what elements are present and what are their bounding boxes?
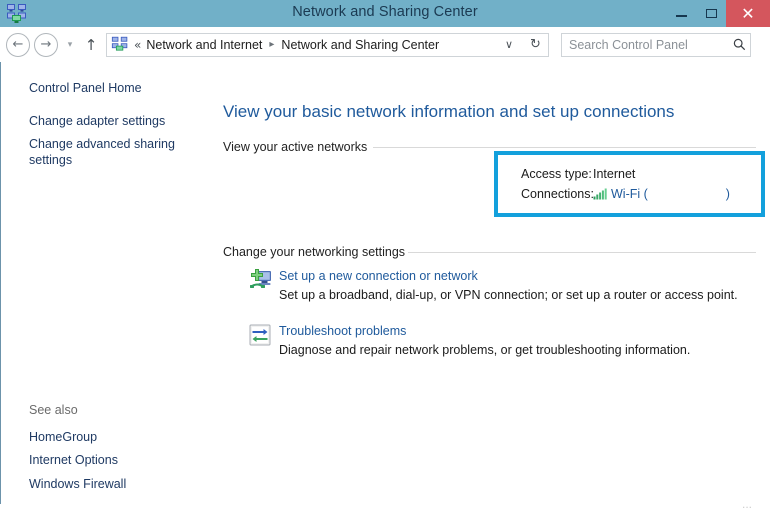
refresh-icon: ↻	[530, 37, 541, 52]
access-type-value: Internet	[593, 167, 635, 181]
search-input[interactable]	[562, 37, 728, 53]
search-icon[interactable]	[728, 38, 750, 51]
networking-settings-rule	[408, 252, 756, 253]
sidebar-item-label-line1: Change advanced sharing	[29, 137, 175, 151]
close-button[interactable]: ✕	[726, 0, 770, 27]
navigation-toolbar: ← → ▾ ↑	[0, 27, 770, 62]
see-also-heading: See also	[29, 403, 78, 417]
chevron-down-icon: ▾	[68, 40, 73, 50]
task-description-set-up-new-connection: Set up a broadband, dial-up, or VPN conn…	[279, 288, 738, 302]
content-area: Control Panel Home Change adapter settin…	[0, 62, 770, 504]
connections-value[interactable]: Wi-Fi (	[611, 187, 648, 201]
connections-label: Connections:	[521, 187, 593, 201]
up-arrow-icon: ↑	[85, 36, 98, 54]
forward-arrow-icon: →	[41, 37, 52, 52]
wifi-signal-icon	[593, 188, 607, 200]
active-networks-rule	[373, 147, 756, 148]
breadcrumb-network-and-internet[interactable]: Network and Internet	[146, 38, 262, 52]
active-network-highlight-box: Access type: Internet Connections:	[494, 151, 765, 217]
sidebar-item-homegroup[interactable]: HomeGroup	[29, 429, 97, 445]
task-link-set-up-new-connection[interactable]: Set up a new connection or network	[279, 269, 478, 283]
sidebar: Control Panel Home Change adapter settin…	[1, 62, 223, 504]
access-type-label: Access type:	[521, 167, 593, 181]
search-box[interactable]	[561, 33, 751, 57]
task-description-troubleshoot-problems: Diagnose and repair network problems, or…	[279, 343, 690, 357]
breadcrumb-network-and-sharing-center[interactable]: Network and Sharing Center	[281, 38, 439, 52]
refresh-button[interactable]: ↻	[523, 33, 549, 57]
troubleshoot-icon	[247, 322, 273, 348]
close-icon: ✕	[741, 6, 754, 22]
sidebar-item-change-adapter-settings[interactable]: Change adapter settings	[29, 113, 165, 129]
connections-row: Connections: Wi-Fi ( )	[521, 187, 730, 201]
breadcrumb-overflow-icon[interactable]: «	[134, 38, 146, 52]
sidebar-item-label-line2: settings	[29, 153, 72, 167]
access-type-row: Access type: Internet	[521, 167, 635, 181]
sidebar-item-change-advanced-sharing-settings[interactable]: Change advanced sharing settings	[29, 136, 175, 168]
connections-value-end: )	[648, 187, 730, 201]
window-title: Network and Sharing Center	[0, 4, 770, 20]
minimize-button[interactable]	[666, 0, 696, 27]
page-title: View your basic network information and …	[223, 102, 674, 122]
networking-settings-heading: Change your networking settings	[223, 245, 405, 259]
sidebar-item-control-panel-home[interactable]: Control Panel Home	[29, 80, 142, 96]
forward-button[interactable]: →	[34, 33, 58, 57]
chevron-right-icon[interactable]: ▸	[262, 39, 281, 50]
new-connection-icon	[247, 267, 273, 293]
back-button[interactable]: ←	[6, 33, 30, 57]
title-bar: Network and Sharing Center ✕	[0, 0, 770, 27]
main-panel: View your basic network information and …	[223, 62, 770, 504]
recent-locations-button[interactable]: ▾	[62, 40, 78, 50]
network-computers-icon	[111, 36, 129, 53]
task-link-troubleshoot-problems[interactable]: Troubleshoot problems	[279, 324, 406, 338]
address-bar[interactable]: « Network and Internet ▸ Network and Sha…	[106, 33, 524, 57]
up-button[interactable]: ↑	[80, 36, 102, 54]
window-controls: ✕	[666, 0, 770, 27]
back-arrow-icon: ←	[13, 37, 24, 52]
address-dropdown-icon[interactable]: ∨	[497, 38, 523, 51]
active-networks-heading: View your active networks	[223, 140, 367, 154]
minimize-icon	[676, 15, 687, 17]
maximize-icon	[706, 9, 717, 18]
sidebar-item-internet-options[interactable]: Internet Options	[29, 452, 118, 468]
cutoff-footer-text: ...	[223, 497, 770, 511]
sidebar-item-windows-firewall[interactable]: Windows Firewall	[29, 476, 126, 492]
maximize-button[interactable]	[696, 0, 726, 27]
network-sharing-center-window: Network and Sharing Center ✕ ← → ▾ ↑	[0, 0, 770, 504]
network-computers-icon	[6, 3, 28, 24]
